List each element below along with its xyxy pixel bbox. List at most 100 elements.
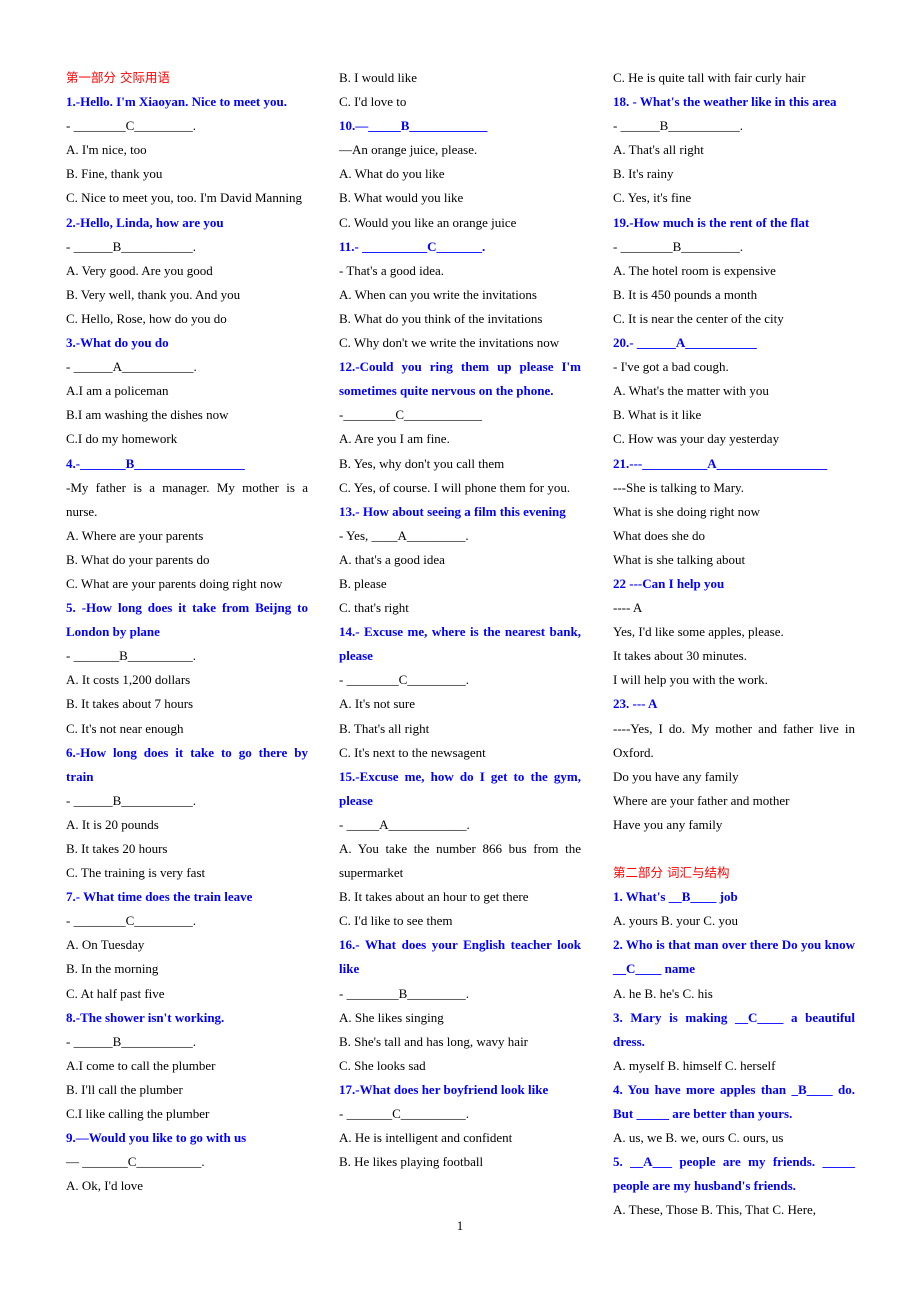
text-line: B. What would you like (339, 190, 464, 206)
text-line: A. Ok, I'd love (66, 1178, 144, 1194)
text-line: B. Fine, thank you (66, 166, 163, 182)
text-line: B. What do you think of the invitations (339, 310, 543, 326)
text-line: - ______B___________. (66, 792, 196, 808)
question-prompt: 5. __A___ people are my friends. _____ p… (613, 1154, 855, 1194)
question-prompt: 16.- What does your English teacher look… (339, 937, 581, 977)
text-line: A. What do you like (339, 166, 445, 182)
text-line: C. How was your day yesterday (613, 431, 780, 447)
section-title: 第一部分 交际用语 (66, 70, 170, 85)
text-line: C. Nice to meet you, too. I'm David Mann… (66, 190, 302, 206)
text-line: ----Yes, I do. My mother and father live… (613, 720, 855, 760)
text-line: B. It takes 20 hours (66, 841, 168, 856)
text-line: B. What do your parents do (66, 551, 210, 567)
text-line: Where are your father and mother (613, 792, 790, 808)
text-line: Yes, I'd like some apples, please. (613, 624, 784, 640)
text-line: A. us, we B. we, ours C. ours, us (613, 1130, 784, 1146)
text-line: B. please (339, 575, 387, 591)
question-prompt: 13.- How about seeing a film this evenin… (339, 503, 566, 519)
text-line: A. I'm nice, too (66, 142, 147, 158)
question-prompt: 1. What's __B____ job (613, 889, 738, 905)
question-prompt: 11.- __________C_______. (339, 238, 486, 254)
question-prompt: 20.- ______A___________ (613, 335, 757, 351)
text-line: C. I'd like to see them (339, 913, 453, 929)
text-line: Have you any family (613, 816, 723, 832)
question-prompt: 23. --- A (613, 696, 658, 712)
text-line: - ________C_________. (66, 913, 196, 929)
question-prompt: 2. Who is that man over there Do you kno… (613, 937, 855, 977)
text-line: B. It takes about an hour to get there (339, 889, 529, 905)
question-prompt: 22 ---Can I help you (613, 575, 725, 591)
question-prompt: 18. - What's the weather like in this ar… (613, 94, 837, 110)
section-title: 第二部分 词汇与结构 (613, 865, 730, 881)
text-line: A.I am a policeman (66, 383, 169, 399)
text-line: C. The training is very fast (66, 865, 206, 881)
text-line: A. On Tuesday (66, 937, 145, 953)
text-line: C. She looks sad (339, 1057, 426, 1073)
text-line: A. he B. he's C. his (613, 985, 713, 1001)
text-line: What does she do (613, 527, 706, 543)
text-line: A. yours B. your C. you (613, 913, 738, 929)
text-line: - ______B___________. (613, 118, 743, 134)
text-line: - ________B_________. (339, 985, 469, 1001)
question-prompt: 21.---__________A_________________ (613, 455, 828, 471)
question-prompt: 15.-Excuse me, how do I get to the gym, … (339, 768, 581, 808)
column-3: C. He is quite tall with fair curly hair… (613, 66, 855, 1223)
text-line: A. It is 20 pounds (66, 816, 159, 832)
text-line: C. At half past five (66, 985, 165, 1001)
text-line: B.I am washing the dishes now (66, 407, 229, 423)
question-prompt: 4. You have more apples than _B____ do. … (613, 1081, 855, 1122)
text-line: - That's a good idea. (339, 262, 444, 278)
text-line: -My father is a manager. My mother is a … (66, 479, 308, 519)
text-line: A. Where are your parents (66, 527, 204, 543)
text-line: -________C____________ (339, 407, 482, 423)
text-line: A. You take the number 866 bus from the … (339, 841, 581, 881)
text-line: B. I'll call the plumber (66, 1081, 183, 1097)
text-line: A. Very good. Are you good (66, 262, 213, 278)
text-line: A.I come to call the plumber (66, 1057, 216, 1073)
text-line: - ________C_________. (339, 672, 469, 688)
text-line: A. Are you I am fine. (339, 431, 450, 447)
text-line: ---- A (613, 600, 643, 616)
question-prompt: 3. Mary is making __C____ a beautiful dr… (613, 1009, 855, 1049)
text-line: B. What is it like (613, 407, 702, 423)
text-line: C. It is near the center of the city (613, 310, 784, 326)
question-prompt: 7.- What time does the train leave (66, 889, 253, 905)
text-line: B. It is 450 pounds a month (613, 286, 758, 302)
question-prompt: 10.—_____B____________ (339, 118, 488, 134)
text-line: A. myself B. himself C. herself (613, 1057, 776, 1073)
text-line: C.I do my homework (66, 431, 178, 447)
text-line: C. that's right (339, 600, 409, 616)
text-line: —An orange juice, please. (339, 142, 478, 158)
text-line: C.I like calling the plumber (66, 1106, 210, 1122)
page-number: 1 (456, 1218, 464, 1233)
question-prompt: 9.—Would you like to go with us (66, 1130, 247, 1146)
text-line: - _______C__________. (339, 1106, 469, 1122)
text-line: C. I'd love to (339, 94, 407, 110)
text-line: A. It's not sure (339, 696, 416, 712)
text-line: What is she doing right now (613, 503, 760, 519)
text-line: C. It's not near enough (66, 720, 184, 736)
text-line: C. It's next to the newsagent (339, 744, 486, 760)
text-line: A. He is intelligent and confident (339, 1130, 513, 1146)
question-prompt: 3.-What do you do (66, 335, 169, 351)
text-line: - ______A___________. (66, 359, 197, 375)
text-line: B. It takes about 7 hours (66, 696, 194, 712)
question-prompt: 14.- Excuse me, where is the nearest ban… (339, 624, 581, 664)
text-line: — _______C__________. (66, 1154, 205, 1170)
question-prompt: 19.-How much is the rent of the flat (613, 214, 810, 230)
text-line: B. He likes playing football (339, 1154, 484, 1170)
text-line: A. When can you write the invitations (339, 286, 537, 302)
text-line: What is she talking about (613, 551, 746, 567)
text-line: C. Why don't we write the invitations no… (339, 335, 560, 351)
text-line: - ______B___________. (66, 238, 196, 254)
text-line: - ________B_________. (613, 238, 743, 254)
text-line: - _______B__________. (66, 648, 196, 664)
text-line: - ______B___________. (66, 1033, 196, 1049)
text-line: A. It costs 1,200 dollars (66, 672, 191, 688)
text-line: C. Hello, Rose, how do you do (66, 310, 227, 326)
text-line: B. It's rainy (613, 166, 674, 182)
text-line: B. Yes, why don't you call them (339, 455, 505, 471)
text-line: A. that's a good idea (339, 551, 445, 567)
text-line: - Yes, ____A_________. (339, 527, 469, 543)
